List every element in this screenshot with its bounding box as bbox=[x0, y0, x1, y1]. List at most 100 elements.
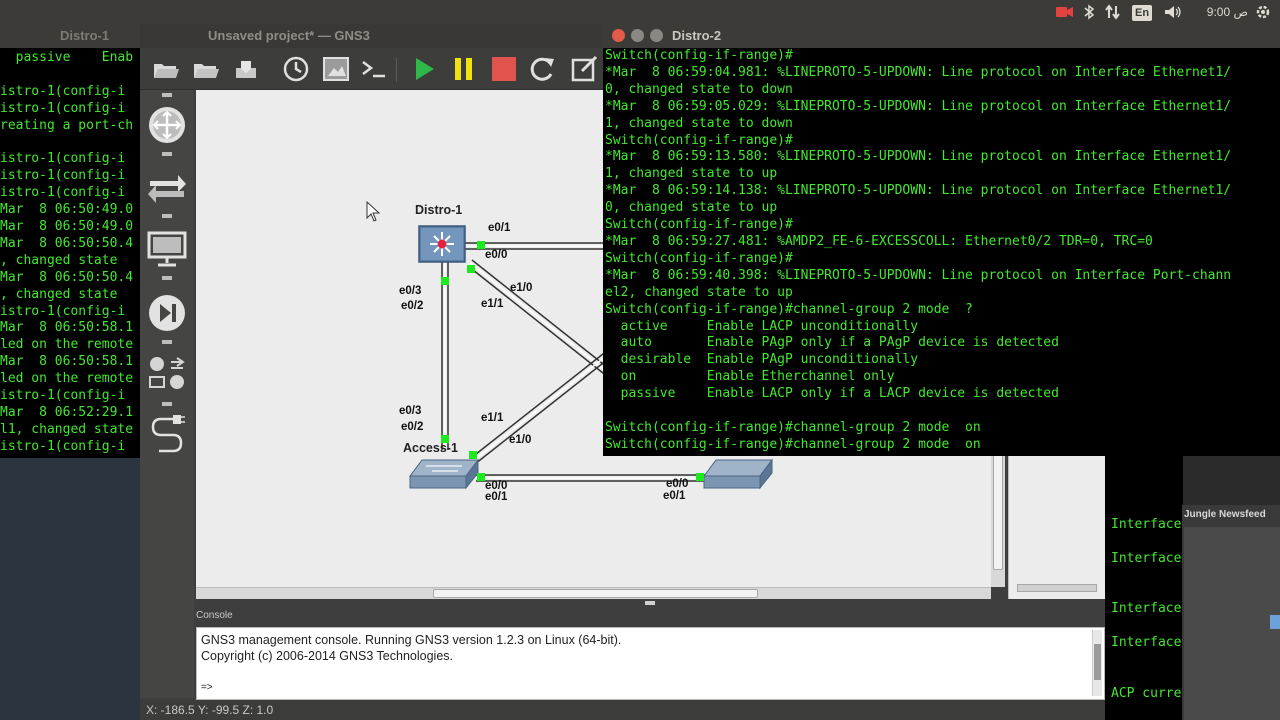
terminal-line: istro-1(config-i bbox=[0, 151, 126, 167]
terminal-line: Mar 8 06:50:49.0 bbox=[0, 219, 134, 235]
terminal-line: Switch(config-if-range)# bbox=[605, 217, 793, 233]
close-icon[interactable] bbox=[612, 29, 625, 42]
device-sidebar bbox=[140, 90, 194, 698]
stop-icon[interactable] bbox=[488, 54, 520, 84]
console-dock-title: Console bbox=[196, 610, 233, 621]
all-devices-icon[interactable] bbox=[146, 352, 188, 394]
distro1-terminal[interactable]: passive Enab istro-1(config-i istro-1(conf… bbox=[0, 48, 140, 458]
terminal-line: Switch(config-if-range)#channel-group 2 … bbox=[605, 419, 981, 435]
distro1-title: Distro-1 bbox=[60, 28, 110, 43]
sidebar-separator bbox=[162, 402, 172, 406]
terminal-line: Mar 8 06:50:50.4 bbox=[0, 269, 134, 285]
terminal-line: istro-1(config-i bbox=[0, 388, 126, 404]
open-folder-icon[interactable] bbox=[150, 54, 182, 84]
access1-label: Access-1 bbox=[403, 441, 458, 455]
jungle-newsfeed-window[interactable]: Jungle Newsfeed bbox=[1182, 505, 1280, 720]
newsfeed-title: Jungle Newsfeed bbox=[1184, 509, 1266, 520]
port-label: e0/1 bbox=[485, 491, 508, 503]
console-panel[interactable]: GNS3 management console. Running GNS3 ve… bbox=[196, 627, 1105, 700]
keyboard-layout-icon[interactable]: En bbox=[1132, 4, 1153, 21]
sidebar-separator bbox=[162, 93, 172, 97]
end-device-icon[interactable] bbox=[146, 228, 188, 270]
maximize-icon[interactable] bbox=[650, 29, 663, 42]
terminal-line: l1, changed state bbox=[0, 421, 134, 437]
history-icon[interactable] bbox=[280, 54, 312, 84]
canvas-horizontal-scrollbar[interactable] bbox=[196, 587, 991, 599]
desktop-background bbox=[0, 458, 140, 720]
terminal-line: , changed state bbox=[0, 252, 118, 268]
terminal-line: reating a port-ch bbox=[0, 117, 134, 133]
minimize-icon[interactable] bbox=[631, 29, 644, 42]
distro2-titlebar[interactable]: Distro-2 bbox=[603, 24, 1280, 48]
volume-icon[interactable] bbox=[1163, 4, 1183, 20]
clock[interactable]: 9:00 ص bbox=[1192, 4, 1248, 20]
gns3-title: Unsaved project* — GNS3 bbox=[208, 28, 370, 43]
terminal-line: desirable Enable PAgP unconditionally bbox=[605, 352, 919, 368]
background-terminal[interactable]: Interface Interface Interface Interface ACP … bbox=[1105, 455, 1183, 720]
port-label: e0/2 bbox=[401, 300, 424, 312]
console-icon[interactable] bbox=[358, 54, 390, 84]
port-label: e1/1 bbox=[481, 298, 504, 310]
terminal-line: Interface bbox=[1111, 550, 1182, 566]
power-gear-icon[interactable] bbox=[1254, 4, 1272, 20]
sidebar-separator bbox=[162, 276, 172, 280]
reload-icon[interactable] bbox=[526, 54, 558, 84]
distro2-window[interactable]: Distro-2 Switch(config-if-range)# *Mar 8 … bbox=[603, 24, 1280, 456]
terminal-line: Switch(config-if-range)# bbox=[605, 132, 793, 148]
terminal-line: 1, changed state to up bbox=[605, 166, 778, 182]
access1-node[interactable] bbox=[409, 458, 479, 490]
dock-scrollbar[interactable] bbox=[1017, 584, 1097, 592]
start-icon[interactable] bbox=[408, 54, 440, 84]
terminal-line: *Mar 8 06:59:04.981: %LINEPROTO-5-UPDOWN… bbox=[605, 64, 1232, 80]
terminal-line: istro-1(config-i bbox=[0, 83, 126, 99]
screenshot-icon[interactable] bbox=[320, 54, 352, 84]
terminal-line: *Mar 8 06:59:40.398: %LINEPROTO-5-UPDOWN… bbox=[605, 267, 1232, 283]
splitter-handle[interactable] bbox=[645, 601, 655, 605]
port-label: e0/1 bbox=[488, 222, 511, 234]
terminal-line: led on the remote bbox=[0, 371, 134, 387]
terminal-line: passive Enab bbox=[0, 50, 134, 65]
top-panel: En 9:00 ص bbox=[0, 0, 1280, 24]
security-device-icon[interactable] bbox=[146, 292, 188, 334]
sidebar-separator bbox=[162, 152, 172, 156]
distro2-terminal[interactable]: Switch(config-if-range)# *Mar 8 06:59:04.… bbox=[603, 48, 1280, 456]
sidebar-separator bbox=[162, 214, 172, 218]
open-project-icon[interactable] bbox=[190, 54, 222, 84]
terminal-line: 0, changed state to up bbox=[605, 200, 778, 216]
network-icon[interactable] bbox=[1104, 4, 1122, 20]
switch-icon[interactable] bbox=[146, 166, 188, 208]
console-prompt: => bbox=[201, 682, 213, 693]
distro1-node[interactable] bbox=[418, 225, 466, 263]
terminal-line: led on the remote bbox=[0, 337, 134, 353]
terminal-line: Switch(config-if-range)# bbox=[605, 48, 793, 63]
scrollbar-thumb[interactable] bbox=[433, 589, 758, 598]
terminal-line: 0, changed state to down bbox=[605, 81, 793, 97]
terminal-line: passive Enable LACP only if a LACP devic… bbox=[605, 386, 1059, 402]
bluetooth-icon[interactable] bbox=[1082, 4, 1096, 20]
distro1-titlebar[interactable]: Distro-1 bbox=[0, 24, 140, 48]
save-icon[interactable] bbox=[230, 54, 262, 84]
access2-node[interactable] bbox=[703, 458, 773, 490]
port-label: e0/3 bbox=[399, 405, 422, 417]
router-icon[interactable] bbox=[146, 104, 188, 146]
console-scrollbar[interactable] bbox=[1092, 630, 1102, 696]
add-link-icon[interactable] bbox=[146, 412, 188, 454]
camera-recording-icon[interactable] bbox=[1054, 4, 1074, 20]
scrollbar-thumb[interactable] bbox=[993, 450, 1003, 570]
terminal-line: ACP curren bbox=[1111, 685, 1183, 701]
edit-icon[interactable] bbox=[568, 54, 600, 84]
terminal-line: Mar 8 06:50:58.1 bbox=[0, 320, 134, 336]
terminal-line: istro-1(config-i bbox=[0, 438, 126, 454]
terminal-line: Switch(config-if-range)# bbox=[605, 250, 793, 266]
terminal-line: istro-1(config-i bbox=[0, 185, 126, 201]
port-label: e0/0 bbox=[485, 249, 508, 261]
pause-icon[interactable] bbox=[448, 54, 480, 84]
terminal-line: Switch(config-if-range)#channel-group 2 … bbox=[605, 301, 973, 317]
port-label: e0/3 bbox=[399, 285, 422, 297]
terminal-line: Mar 8 06:52:29.1 bbox=[0, 405, 134, 420]
scrollbar-thumb[interactable] bbox=[1094, 644, 1101, 680]
